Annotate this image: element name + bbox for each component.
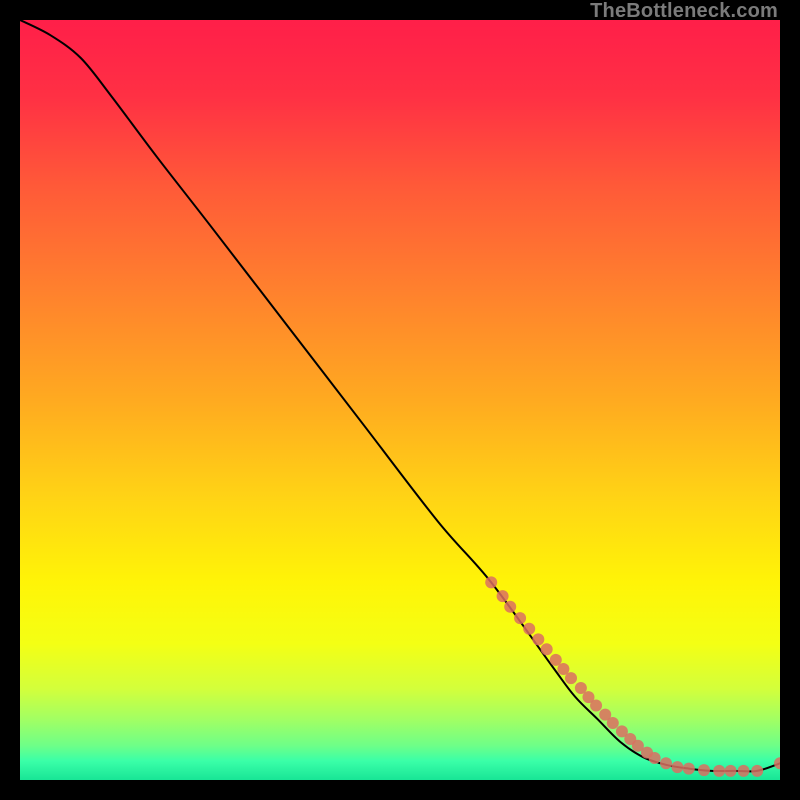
data-point: [607, 717, 619, 729]
data-point: [683, 763, 695, 775]
data-point: [774, 757, 780, 769]
data-point: [698, 764, 710, 776]
data-point: [523, 623, 535, 635]
bottleneck-curve: [20, 20, 780, 771]
data-point: [541, 643, 553, 655]
sample-points: [485, 576, 780, 776]
data-point: [497, 590, 509, 602]
data-point: [751, 765, 763, 777]
data-point: [649, 752, 661, 764]
data-point: [514, 612, 526, 624]
data-point: [532, 633, 544, 645]
data-point: [485, 576, 497, 588]
data-point: [725, 765, 737, 777]
chart-frame: TheBottleneck.com: [0, 0, 800, 800]
plot-area: [20, 20, 780, 780]
data-point: [738, 765, 750, 777]
chart-svg: [20, 20, 780, 780]
data-point: [590, 700, 602, 712]
data-point: [713, 765, 725, 777]
data-point: [565, 672, 577, 684]
data-point: [660, 757, 672, 769]
data-point: [671, 761, 683, 773]
data-point: [504, 601, 516, 613]
